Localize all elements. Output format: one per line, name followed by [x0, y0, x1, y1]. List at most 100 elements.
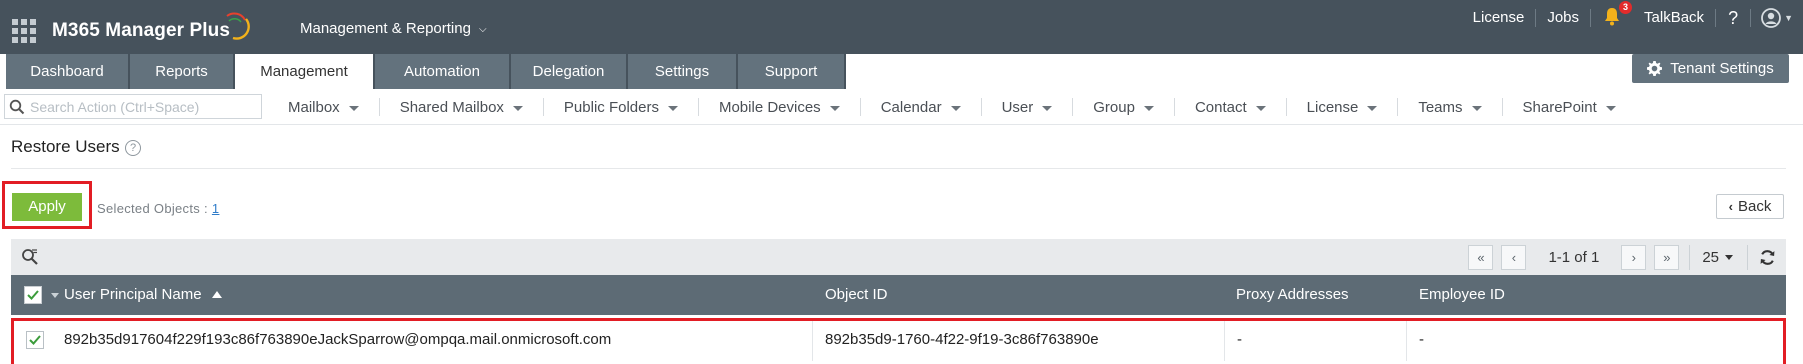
table-row[interactable]: 892b35d917604f229f193c86f763890eJackSpar…	[14, 321, 1783, 361]
menu-label: SharePoint	[1522, 98, 1597, 116]
caret-down-icon	[1255, 105, 1266, 111]
tenant-settings-label: Tenant Settings	[1670, 60, 1774, 77]
next-page-button[interactable]: ›	[1621, 244, 1647, 270]
column-header-label: User Principal Name	[64, 286, 202, 303]
menu-sharepoint[interactable]: SharePoint	[1503, 98, 1636, 116]
menu-label: License	[1306, 98, 1359, 116]
notification-count-badge: 3	[1619, 1, 1633, 14]
tab-delegation[interactable]: Delegation	[511, 54, 628, 89]
menu-label: Mailbox	[288, 98, 340, 116]
cell-proxy-addresses: -	[1224, 321, 1406, 361]
checkmark-icon	[29, 335, 41, 345]
select-options-caret-icon[interactable]	[51, 293, 59, 298]
menu-user[interactable]: User	[982, 98, 1074, 116]
caret-down-icon	[1143, 105, 1154, 111]
menu-teams[interactable]: Teams	[1398, 98, 1503, 116]
back-label: Back	[1737, 198, 1772, 215]
divider	[11, 168, 1786, 169]
tenant-settings-button[interactable]: Tenant Settings	[1632, 54, 1789, 83]
apply-button[interactable]: Apply	[12, 193, 82, 221]
menu-public-folders[interactable]: Public Folders	[544, 98, 699, 116]
user-avatar-icon	[1761, 8, 1781, 28]
caret-down-icon	[348, 105, 359, 111]
refresh-button[interactable]	[1748, 249, 1786, 266]
grid-search-icon[interactable]	[21, 248, 39, 266]
menu-mailbox[interactable]: Mailbox	[268, 98, 380, 116]
column-header-proxy-addresses[interactable]: Proxy Addresses	[1236, 275, 1349, 315]
caret-down-icon	[1367, 105, 1378, 111]
menu-group[interactable]: Group	[1073, 98, 1175, 116]
header-links: License Jobs 3 TalkBack ? ▼	[1462, 0, 1803, 36]
talkback-link[interactable]: TalkBack	[1633, 10, 1715, 26]
bell-icon	[1605, 8, 1620, 26]
grid-toolbar: « ‹ 1-1 of 1 › » 25	[11, 239, 1786, 275]
action-bar: Mailbox Shared Mailbox Public Folders Mo…	[0, 89, 1803, 125]
jobs-link[interactable]: Jobs	[1536, 10, 1590, 26]
help-link[interactable]: ?	[1716, 8, 1750, 29]
select-all-checkbox[interactable]	[24, 286, 42, 304]
column-header-upn[interactable]: User Principal Name	[64, 275, 222, 315]
chevron-left-icon: ‹	[1728, 199, 1733, 214]
menu-label: Calendar	[880, 98, 942, 116]
first-page-button[interactable]: «	[1468, 244, 1494, 270]
menu-label: Shared Mailbox	[399, 98, 504, 116]
column-header-object-id[interactable]: Object ID	[825, 275, 888, 315]
page-size-select[interactable]: 25	[1689, 244, 1748, 270]
user-menu[interactable]: ▼	[1751, 8, 1803, 28]
action-menu: Mailbox Shared Mailbox Public Folders Mo…	[268, 89, 1636, 125]
selected-objects-label: Selected Objects :	[97, 201, 208, 216]
table-header: User Principal Name Object ID Proxy Addr…	[11, 275, 1786, 315]
menu-label: Public Folders	[563, 98, 659, 116]
main-tabs: Dashboard Reports Management Automation …	[6, 54, 846, 89]
menu-label: Teams	[1418, 98, 1463, 116]
app-launcher-icon[interactable]	[12, 19, 36, 43]
menu-calendar[interactable]: Calendar	[861, 98, 982, 116]
cell-upn: 892b35d917604f229f193c86f763890eJackSpar…	[64, 331, 612, 348]
menu-contact[interactable]: Contact	[1175, 98, 1287, 116]
license-link[interactable]: License	[1462, 10, 1536, 26]
tab-settings[interactable]: Settings	[628, 54, 738, 89]
sort-ascending-icon	[211, 291, 222, 298]
top-bar: M365 Manager Plus Management & Reporting…	[0, 0, 1803, 54]
help-icon[interactable]: ?	[125, 140, 141, 156]
search-action-box	[4, 94, 262, 119]
menu-label: Contact	[1194, 98, 1247, 116]
menu-label: Group	[1093, 98, 1135, 116]
notifications-button[interactable]: 3	[1603, 1, 1633, 29]
row-checkbox[interactable]	[26, 331, 44, 349]
menu-shared-mailbox[interactable]: Shared Mailbox	[380, 98, 544, 116]
selected-objects: Selected Objects : 1	[97, 201, 219, 216]
pager: « ‹ 1-1 of 1 › » 25	[1464, 239, 1786, 275]
checkmark-icon	[27, 290, 39, 300]
tab-support[interactable]: Support	[738, 54, 846, 89]
double-chevron-left-icon: «	[1477, 249, 1485, 265]
tab-reports[interactable]: Reports	[130, 54, 235, 89]
caret-down-icon	[1471, 105, 1482, 111]
page-info: 1-1 of 1	[1548, 248, 1600, 266]
brand-logo-icon	[226, 12, 250, 40]
tab-dashboard[interactable]: Dashboard	[6, 54, 130, 89]
tab-automation[interactable]: Automation	[375, 54, 511, 89]
search-action-input[interactable]	[30, 96, 258, 117]
back-button[interactable]: ‹ Back	[1716, 194, 1784, 219]
chevron-down-icon: ⌵	[478, 24, 487, 35]
menu-label: User	[1001, 98, 1034, 116]
chevron-right-icon: ›	[1631, 249, 1636, 265]
selected-objects-count-link[interactable]: 1	[212, 201, 220, 216]
column-header-employee-id[interactable]: Employee ID	[1419, 275, 1505, 315]
caret-down-icon	[512, 105, 523, 111]
search-icon	[9, 99, 25, 115]
caret-down-icon	[667, 105, 678, 111]
menu-mobile-devices[interactable]: Mobile Devices	[699, 98, 861, 116]
prev-page-button[interactable]: ‹	[1501, 244, 1527, 270]
menu-license[interactable]: License	[1287, 98, 1399, 116]
double-chevron-right-icon: »	[1663, 249, 1671, 265]
caret-down-icon	[1725, 254, 1733, 260]
refresh-icon	[1760, 249, 1774, 265]
tab-management[interactable]: Management	[235, 54, 375, 89]
page-title: Restore Users	[11, 137, 120, 156]
chevron-left-icon: ‹	[1511, 249, 1517, 265]
last-page-button[interactable]: »	[1654, 244, 1680, 270]
page-size-value: 25	[1702, 248, 1719, 266]
module-selector[interactable]: Management & Reporting ⌵	[300, 20, 487, 37]
